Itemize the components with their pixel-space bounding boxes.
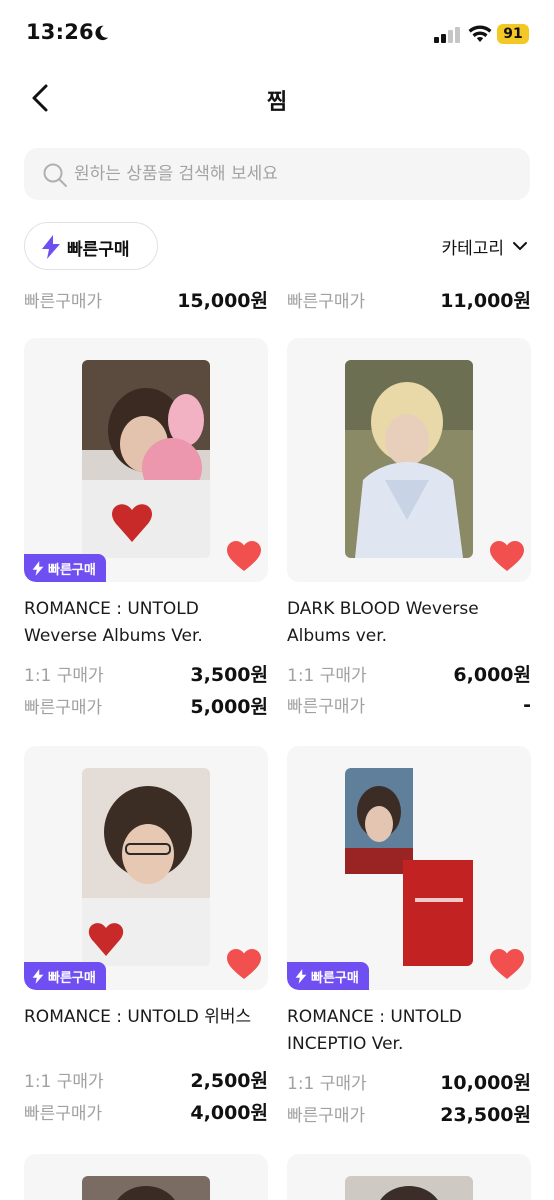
product-image[interactable] <box>287 338 531 582</box>
price-value: - <box>523 693 531 716</box>
battery-indicator: 91 <box>497 24 529 44</box>
signal-icon <box>434 27 460 43</box>
price-row-quick: 빠른구매가 15,000원 <box>24 286 268 313</box>
badge-label: 빠른구매 <box>311 970 359 986</box>
price-row-quick: 빠른구매가 23,500원 <box>287 1100 531 1127</box>
price-label: 1:1 구매가 <box>287 1074 367 1094</box>
price-row-1to1: 1:1 구매가 6,000원 <box>287 660 531 687</box>
price-label: 빠른구매가 <box>287 697 366 717</box>
product-image[interactable] <box>24 1154 268 1200</box>
heart-icon[interactable] <box>226 540 262 572</box>
product-title[interactable]: DARK BLOOD Weverse Albums ver. <box>287 596 531 650</box>
quick-buy-badge: 빠른구매 <box>24 554 106 582</box>
nav-bar: 찜 <box>0 70 554 126</box>
page-title: 찜 <box>266 90 288 115</box>
search-bar[interactable] <box>24 148 530 200</box>
price-label: 1:1 구매가 <box>24 666 104 686</box>
lightning-icon <box>42 235 60 259</box>
status-bar: 13:26 91 <box>0 0 554 70</box>
price-label: 빠른구매가 <box>24 292 103 312</box>
product-image[interactable] <box>287 1154 531 1200</box>
moon-icon <box>95 25 109 41</box>
price-label: 1:1 구매가 <box>24 1072 104 1092</box>
price-row-quick: 빠른구매가 - <box>287 692 531 718</box>
price-label: 빠른구매가 <box>24 1104 103 1124</box>
price-row-quick: 빠른구매가 4,000원 <box>24 1098 268 1125</box>
price-label: 빠른구매가 <box>287 292 366 312</box>
product-title[interactable]: ROMANCE : UNTOLD INCEPTIO Ver. <box>287 1004 531 1058</box>
quick-buy-filter-label: 빠른구매 <box>67 240 130 260</box>
heart-icon[interactable] <box>489 540 525 572</box>
quick-buy-filter-button[interactable]: 빠른구매 <box>24 222 158 270</box>
photocard-image <box>82 360 210 558</box>
lightning-icon <box>32 968 44 984</box>
price-value: 23,500원 <box>440 1104 531 1126</box>
quick-buy-badge: 빠른구매 <box>287 962 369 990</box>
wifi-icon <box>468 25 492 42</box>
price-value: 15,000원 <box>177 290 268 312</box>
lightning-icon <box>295 968 307 984</box>
price-label: 빠른구매가 <box>24 698 103 718</box>
photocard-image <box>345 768 473 966</box>
price-value: 2,500원 <box>190 1070 268 1092</box>
product-image[interactable]: 빠른구매 <box>24 338 268 582</box>
category-dropdown[interactable]: 카테고리 <box>441 232 528 260</box>
quick-buy-badge: 빠른구매 <box>24 962 106 990</box>
search-input[interactable] <box>74 148 514 200</box>
heart-icon[interactable] <box>226 948 262 980</box>
product-title[interactable]: ROMANCE : UNTOLD 위버스 <box>24 1004 268 1031</box>
photocard-image <box>345 1176 473 1200</box>
price-row-1to1: 1:1 구매가 3,500원 <box>24 660 268 687</box>
badge-label: 빠른구매 <box>48 970 96 986</box>
price-value: 3,500원 <box>190 664 268 686</box>
price-value: 5,000원 <box>190 696 268 718</box>
price-label: 빠른구매가 <box>287 1106 366 1126</box>
price-row-1to1: 1:1 구매가 10,000원 <box>287 1068 531 1095</box>
price-value: 4,000원 <box>190 1102 268 1124</box>
badge-label: 빠른구매 <box>48 562 96 578</box>
product-image[interactable]: 빠른구매 <box>24 746 268 990</box>
price-row-quick: 빠른구매가 5,000원 <box>24 692 268 719</box>
category-label: 카테고리 <box>441 238 504 259</box>
chevron-down-icon <box>513 242 527 250</box>
photocard-image <box>82 1176 210 1200</box>
heart-icon[interactable] <box>489 948 525 980</box>
price-label: 1:1 구매가 <box>287 666 367 686</box>
price-value: 11,000원 <box>440 290 531 312</box>
price-value: 6,000원 <box>453 664 531 686</box>
price-row-quick: 빠른구매가 11,000원 <box>287 286 531 313</box>
product-title[interactable]: ROMANCE : UNTOLD Weverse Albums Ver. <box>24 596 268 650</box>
status-time: 13:26 <box>26 20 94 44</box>
photocard-image <box>345 360 473 558</box>
photocard-image <box>82 768 210 966</box>
search-icon <box>43 163 67 187</box>
price-row-1to1: 1:1 구매가 2,500원 <box>24 1066 268 1093</box>
price-value: 10,000원 <box>440 1072 531 1094</box>
product-image[interactable]: 빠른구매 <box>287 746 531 990</box>
lightning-icon <box>32 560 44 576</box>
